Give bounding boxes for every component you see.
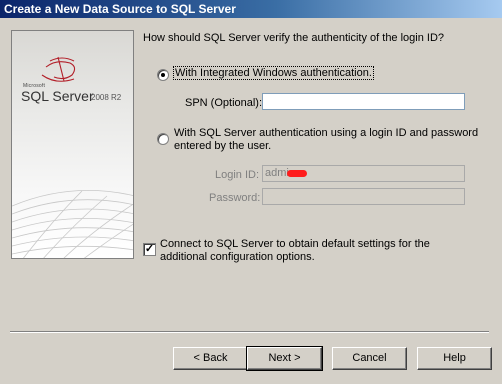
product-version: 2008 R2 (91, 93, 122, 102)
back-button[interactable]: < Back (173, 347, 248, 370)
windows-auth-label[interactable]: With Integrated Windows authentication. (173, 66, 374, 80)
sql-server-banner: Microsoft SQL Server 2008 R2 (11, 30, 134, 259)
connect-label-line1[interactable]: Connect to SQL Server to obtain default … (160, 238, 430, 250)
sql-auth-label-line2[interactable]: entered by the user. (174, 140, 271, 152)
cancel-button[interactable]: Cancel (332, 347, 407, 370)
product-name: SQL Server (21, 88, 94, 104)
connect-checkbox[interactable]: ✓ (143, 243, 156, 256)
auth-question: How should SQL Server verify the authent… (143, 32, 445, 44)
footer-separator (10, 331, 489, 333)
spn-input[interactable] (262, 93, 465, 110)
connect-label-line2[interactable]: additional configuration options. (160, 251, 315, 263)
window-title-bar[interactable]: Create a New Data Source to SQL Server (0, 0, 502, 18)
sql-server-logo-icon (41, 56, 76, 82)
next-button[interactable]: Next > (246, 346, 323, 371)
password-input[interactable] (262, 188, 465, 205)
login-id-value: admi (265, 167, 289, 179)
password-label: Password: (209, 192, 261, 204)
help-button[interactable]: Help (417, 347, 492, 370)
sql-auth-label-line1[interactable]: With SQL Server authentication using a l… (174, 127, 478, 139)
window-title: Create a New Data Source to SQL Server (4, 2, 236, 16)
banner-wave-graphic (12, 56, 133, 258)
dialog-body: Microsoft SQL Server 2008 R2 How should … (0, 18, 502, 384)
spn-label: SPN (Optional): (185, 97, 263, 109)
sql-auth-radio[interactable] (157, 133, 169, 145)
login-id-input[interactable]: admi (262, 165, 465, 182)
windows-auth-radio[interactable] (157, 69, 169, 81)
login-id-label: Login ID: (215, 169, 260, 181)
redaction-mark (286, 169, 307, 177)
